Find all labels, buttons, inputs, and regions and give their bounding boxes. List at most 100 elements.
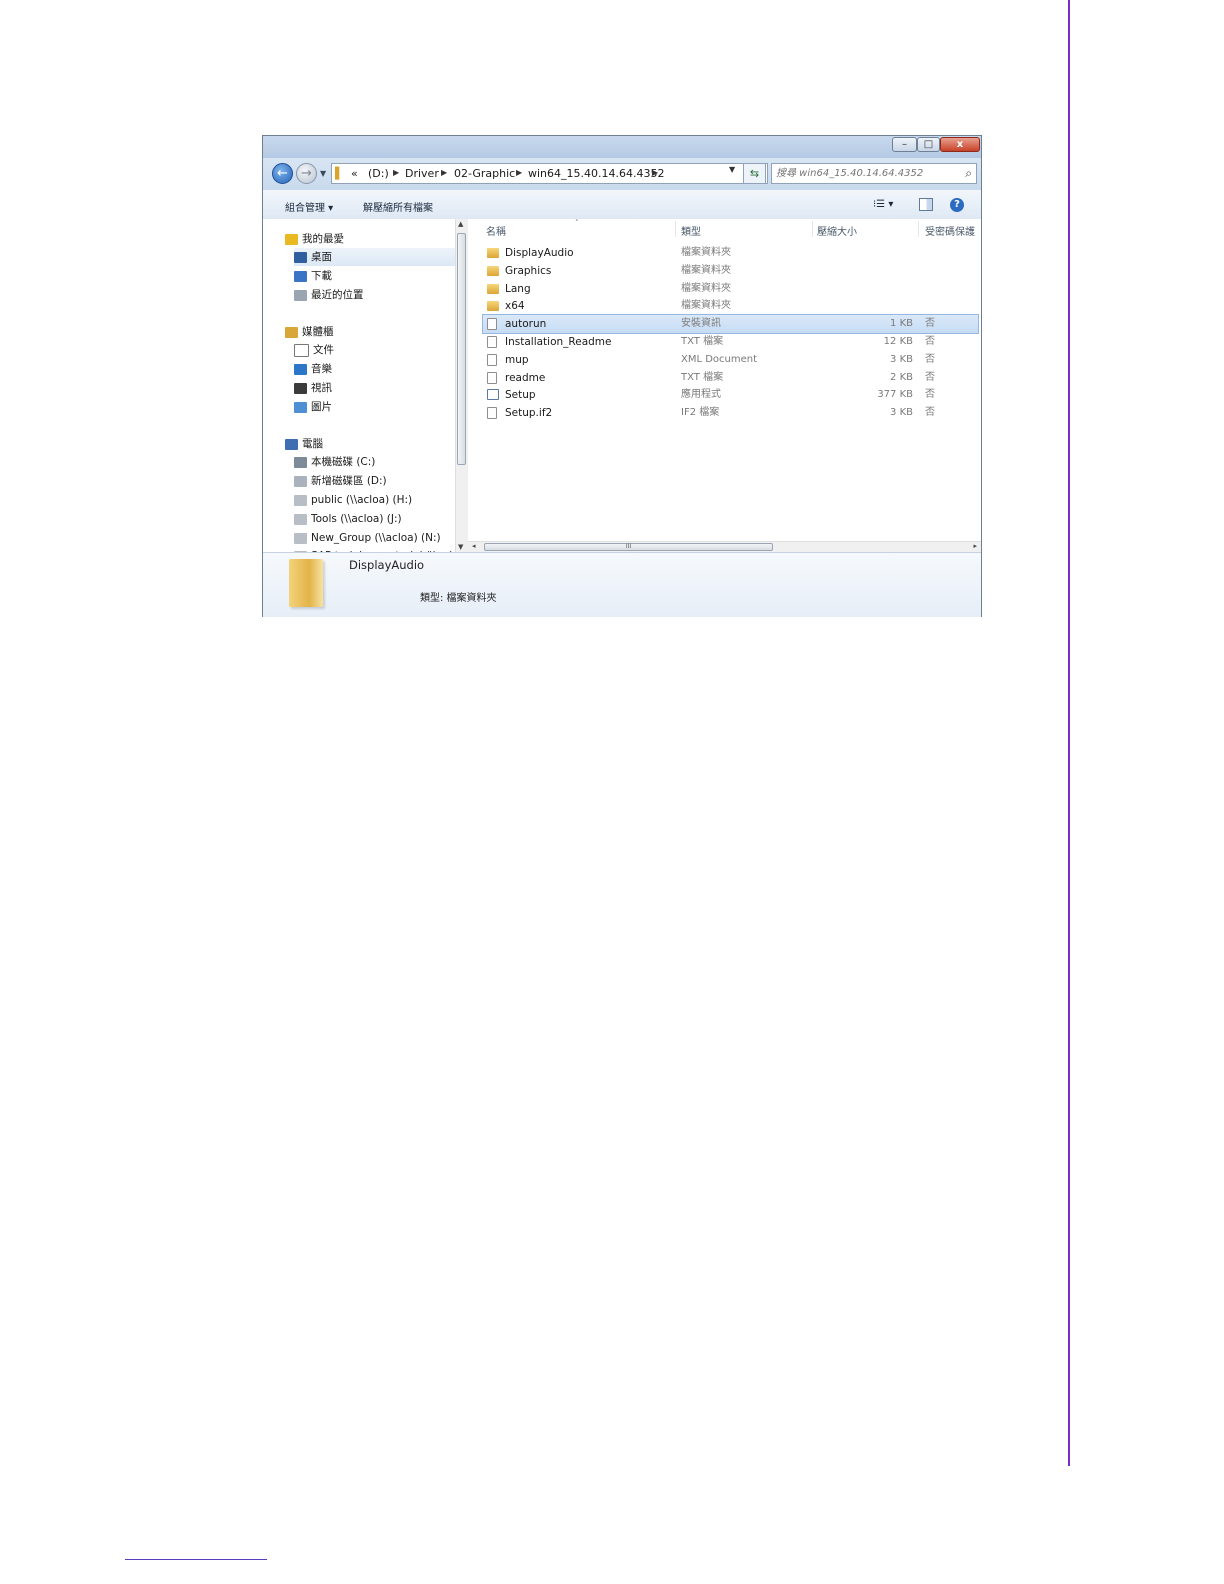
- sidebar-item-label: Tools (\\acloa) (J:): [311, 513, 402, 525]
- file-name: Installation_Readme: [505, 336, 612, 348]
- details-pane: DisplayAudio 類型: 檔案資料夾: [263, 552, 981, 617]
- column-header-compressed-size[interactable]: 壓縮大小: [817, 223, 857, 238]
- sidebar-item[interactable]: public (\\acloa) (H:): [294, 491, 455, 509]
- sidebar-item[interactable]: 圖片: [294, 398, 455, 416]
- file-password-protected: 否: [925, 353, 935, 365]
- scroll-down-icon[interactable]: ▼: [458, 543, 463, 551]
- breadcrumb-current-folder[interactable]: win64_15.40.14.64.4352: [528, 167, 665, 180]
- breadcrumb-drive[interactable]: (D:): [368, 167, 389, 180]
- file-name: Graphics: [505, 264, 552, 277]
- sidebar-item-label: 我的最愛: [302, 233, 344, 245]
- breadcrumb-separator-icon[interactable]: ▶: [516, 168, 522, 177]
- file-type: TXT 檔案: [681, 371, 724, 383]
- address-bar[interactable]: ▌ « (D:) ▶ Driver ▶ 02-Graphic ▶ win64_1…: [331, 163, 768, 184]
- refresh-button[interactable]: ⇆: [743, 163, 766, 184]
- file-password-protected: 否: [925, 407, 935, 419]
- folder-icon: [487, 248, 499, 258]
- change-view-button[interactable]: ⁝☰ ▾: [873, 199, 893, 210]
- close-button[interactable]: x: [940, 137, 980, 152]
- sidebar-item[interactable]: 我的最愛: [285, 230, 455, 248]
- file-name: mup: [505, 353, 529, 366]
- file-row[interactable]: Graphics 檔案資料夾: [483, 262, 978, 280]
- file-size: 3 KB: [890, 407, 913, 419]
- file-row[interactable]: Installation_Readme TXT 檔案 12 KB 否: [483, 333, 978, 351]
- file-list-pane: ˄ 名稱 類型 壓縮大小 受密碼保護 DisplayAudio 檔案資料夾 Grap…: [468, 219, 981, 541]
- column-header-password-protected[interactable]: 受密碼保護: [925, 223, 975, 238]
- extract-all-button[interactable]: 解壓縮所有檔案: [363, 199, 433, 214]
- file-type: 檔案資料夾: [681, 300, 731, 312]
- file-row[interactable]: Setup.if2 IF2 檔案 3 KB 否: [483, 404, 978, 422]
- file-name: autorun: [505, 318, 547, 331]
- scroll-left-icon[interactable]: ◂: [472, 542, 476, 550]
- scroll-right-icon[interactable]: ▸: [973, 542, 977, 550]
- maximize-button[interactable]: □: [917, 137, 940, 152]
- sidebar-item[interactable]: 新增磁碟區 (D:): [294, 472, 455, 490]
- file-type: XML Document: [681, 353, 758, 365]
- back-button[interactable]: ←: [272, 163, 293, 184]
- search-icon[interactable]: ⌕: [965, 166, 972, 181]
- help-icon[interactable]: ?: [950, 198, 964, 212]
- scrollbar-thumb[interactable]: [457, 233, 466, 465]
- file-type: 檔案資料夾: [681, 282, 731, 294]
- sidebar-item-label: 音樂: [311, 363, 332, 375]
- breadcrumb-overflow[interactable]: «: [351, 167, 358, 180]
- file-row[interactable]: Lang 檔案資料夾: [483, 280, 978, 298]
- network-drive-icon: [294, 532, 307, 544]
- navigation-pane-scrollbar[interactable]: ▲ ▼: [455, 219, 468, 552]
- sidebar-item[interactable]: 文件: [294, 341, 455, 359]
- scrollbar-thumb[interactable]: III: [484, 543, 773, 551]
- column-header-name[interactable]: 名稱: [486, 223, 506, 238]
- file-size: 2 KB: [890, 371, 913, 383]
- sidebar-item[interactable]: 電腦: [285, 435, 455, 453]
- breadcrumb-separator-icon[interactable]: ▶: [441, 168, 447, 177]
- file-row[interactable]: mup XML Document 3 KB 否: [483, 351, 978, 369]
- breadcrumb-driver[interactable]: Driver: [405, 167, 439, 180]
- recent-places-icon: [294, 289, 307, 301]
- file-row[interactable]: x64 檔案資料夾: [483, 297, 978, 315]
- sidebar-item[interactable]: 桌面: [294, 248, 455, 266]
- sidebar-item[interactable]: Tools (\\acloa) (J:): [294, 510, 455, 528]
- local-disk-icon: [294, 456, 307, 468]
- breadcrumb-graphic[interactable]: 02-Graphic: [454, 167, 515, 180]
- recent-pages-dropdown-icon[interactable]: ▼: [320, 169, 326, 178]
- file-icon: [487, 407, 497, 420]
- file-name: readme: [505, 371, 546, 384]
- file-row[interactable]: autorun 安裝資訊 1 KB 否: [482, 314, 979, 335]
- sidebar-item[interactable]: New_Group (\\acloa) (N:): [294, 529, 455, 547]
- sidebar-item[interactable]: 媒體櫃: [285, 323, 455, 341]
- sidebar-item-label: 圖片: [311, 401, 332, 413]
- explorer-window: – □ x ← → ▼ ▌ « (D:) ▶ Driver ▶ 02-Graph…: [262, 135, 982, 617]
- sidebar-item[interactable]: 音樂: [294, 360, 455, 378]
- sidebar-item[interactable]: 本機磁碟 (C:): [294, 453, 455, 471]
- column-header-type[interactable]: 類型: [681, 223, 701, 238]
- search-input[interactable]: [776, 166, 952, 181]
- minimize-button[interactable]: –: [892, 137, 917, 152]
- sidebar-item-label: public (\\acloa) (H:): [311, 494, 413, 506]
- sidebar-item[interactable]: 下載: [294, 267, 455, 285]
- file-type: TXT 檔案: [681, 336, 724, 347]
- sidebar-item[interactable]: 視訊: [294, 379, 455, 397]
- scroll-up-icon[interactable]: ▲: [458, 220, 463, 228]
- folder-icon: [487, 265, 499, 276]
- breadcrumb-separator-icon[interactable]: ▶: [652, 168, 658, 177]
- preview-pane-icon[interactable]: [919, 198, 933, 211]
- file-row[interactable]: Setup 應用程式 377 KB 否: [483, 386, 978, 404]
- column-divider[interactable]: [675, 221, 676, 237]
- file-row[interactable]: DisplayAudio 檔案資料夾: [483, 244, 978, 262]
- footnote-rule: [125, 1559, 267, 1560]
- sidebar-item[interactable]: 最近的位置: [294, 286, 455, 304]
- column-divider[interactable]: [918, 221, 919, 237]
- search-box[interactable]: ⌕: [771, 163, 977, 184]
- address-history-dropdown-icon[interactable]: ▼: [729, 165, 735, 174]
- breadcrumb-separator-icon[interactable]: ▶: [393, 168, 399, 177]
- folder-icon: [487, 283, 499, 294]
- desktop-icon: [294, 251, 307, 263]
- file-row[interactable]: readme TXT 檔案 2 KB 否: [483, 369, 978, 387]
- title-bar[interactable]: – □ x: [263, 136, 981, 158]
- network-drive-icon: [294, 494, 307, 506]
- file-password-protected: 否: [925, 336, 935, 347]
- column-divider[interactable]: [812, 221, 813, 237]
- organize-menu-button[interactable]: 組合管理 ▾: [285, 199, 333, 214]
- forward-button[interactable]: →: [296, 163, 317, 184]
- sidebar-item-label: 最近的位置: [311, 289, 364, 301]
